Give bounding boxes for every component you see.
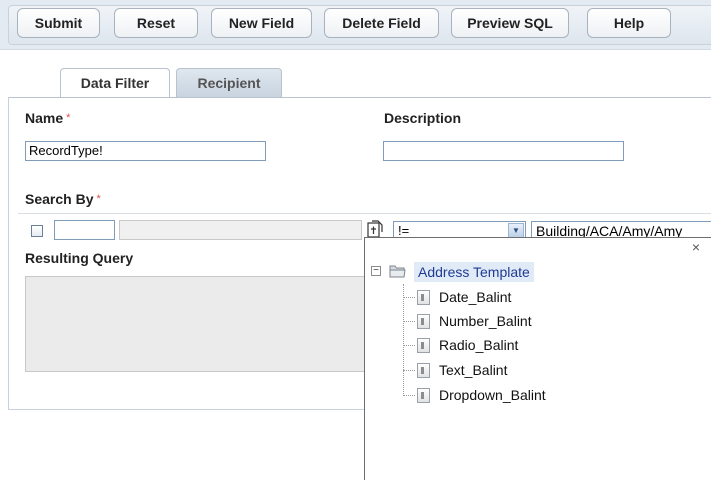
search-field-input[interactable]	[54, 220, 115, 240]
resulting-query-box	[25, 276, 370, 372]
description-input[interactable]	[383, 141, 624, 161]
operator-value: !=	[398, 223, 410, 238]
tree-item-dropdown-balint[interactable]: Dropdown_Balint	[439, 385, 546, 405]
description-label: Description	[384, 110, 462, 126]
new-field-button[interactable]: New Field	[211, 8, 312, 38]
tree-item-date-balint[interactable]: Date_Balint	[439, 287, 511, 307]
search-checkbox[interactable]	[31, 225, 43, 237]
tab-data-filter[interactable]: Data Filter	[60, 68, 170, 98]
collapse-icon[interactable]: −	[371, 266, 381, 276]
tree-connector	[403, 284, 404, 396]
search-divider	[18, 213, 711, 214]
tree-root-address-template[interactable]: Address Template	[414, 262, 534, 282]
field-icon	[417, 314, 430, 329]
resulting-query-label: Resulting Query	[25, 250, 134, 266]
tree-item-text-balint[interactable]: Text_Balint	[439, 360, 507, 380]
close-icon[interactable]: ×	[689, 240, 703, 254]
folder-icon	[389, 265, 406, 278]
tab-recipient[interactable]: Recipient	[176, 68, 282, 98]
tree-item-number-balint[interactable]: Number_Balint	[439, 311, 532, 331]
name-label: Name *	[25, 110, 71, 126]
reset-button[interactable]: Reset	[114, 8, 198, 38]
required-marker: *	[96, 193, 101, 205]
name-input[interactable]: RecordType!	[25, 141, 266, 161]
search-by-label: Search By *	[25, 191, 101, 207]
tree-connector	[403, 345, 415, 346]
help-button[interactable]: Help	[587, 8, 671, 38]
preview-sql-button[interactable]: Preview SQL	[451, 8, 569, 38]
field-picker-icon[interactable]	[367, 220, 383, 238]
required-marker: *	[66, 112, 71, 124]
tree-connector	[403, 370, 415, 371]
field-icon	[417, 338, 430, 353]
search-field-readonly	[119, 220, 362, 240]
field-icon	[417, 388, 430, 403]
tree-connector	[403, 321, 415, 322]
tree-connector	[403, 395, 415, 396]
tree-item-radio-balint[interactable]: Radio_Balint	[439, 335, 518, 355]
delete-field-button[interactable]: Delete Field	[324, 8, 439, 38]
field-icon	[417, 290, 430, 305]
tree-connector	[403, 297, 415, 298]
submit-button[interactable]: Submit	[17, 8, 100, 38]
field-icon	[417, 363, 430, 378]
